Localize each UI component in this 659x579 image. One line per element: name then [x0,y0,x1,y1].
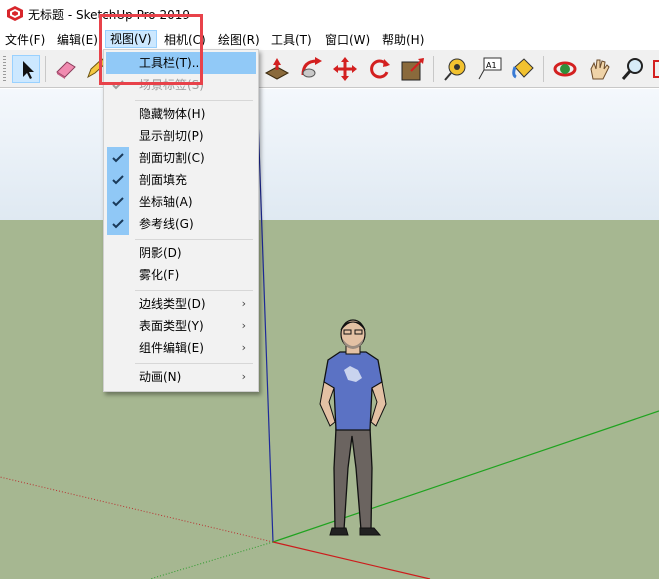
zoom-extents-icon [653,60,659,78]
toolbar-separator [45,56,46,82]
checkmark-icon [112,197,124,207]
menu-item-edge-style[interactable]: 边线类型(D) › [106,293,256,315]
pan-icon [590,59,610,80]
red-axis-negative [0,476,274,543]
menu-item-face-style[interactable]: 表面类型(Y) › [106,315,256,337]
menu-help[interactable]: 帮助(H) [382,31,424,49]
rotate-icon [370,59,390,79]
svg-text:A1: A1 [486,61,497,70]
select-arrow-icon [23,61,34,79]
menu-item-shadows[interactable]: 阴影(D) [106,242,256,264]
text-tool-button[interactable]: A1 [475,55,503,83]
model-viewport[interactable] [0,89,659,579]
menu-item-hidden-geometry[interactable]: 隐藏物体(H) [106,103,256,125]
zoom-extents-tool-button[interactable] [652,55,659,83]
eraser-icon [56,61,76,79]
checkmark-icon [112,219,124,229]
menu-draw[interactable]: 绘图(R) [218,31,260,49]
menu-file[interactable]: 文件(F) [5,31,45,49]
toolbar-separator [433,56,434,82]
menu-item-guides[interactable]: 参考线(G) [106,213,256,235]
person-figure [319,319,387,536]
submenu-arrow-icon: › [241,319,246,332]
move-icon [333,57,357,81]
paint-bucket-tool-button[interactable] [509,55,537,83]
menu-separator [135,239,253,240]
menu-item-component-edit[interactable]: 组件编辑(E) › [106,337,256,359]
checkmark-icon [112,153,124,163]
menu-item-section-fill[interactable]: 剖面填充 [106,169,256,191]
blue-axis [256,89,274,543]
orbit-tool-button[interactable] [551,55,579,83]
menu-tools[interactable]: 工具(T) [271,31,312,49]
toolbar-separator [543,56,544,82]
follow-me-icon [301,57,322,78]
select-tool-button[interactable] [12,55,40,83]
move-tool-button[interactable] [331,55,359,83]
push-pull-icon [264,58,290,80]
menu-window[interactable]: 窗口(W) [325,31,370,49]
menu-item-axes[interactable]: 坐标轴(A) [106,191,256,213]
submenu-arrow-icon: › [241,297,246,310]
zoom-icon [621,58,643,80]
submenu-arrow-icon: › [241,370,246,383]
toolbar-grip[interactable] [3,56,6,82]
checkmark-icon [112,175,124,185]
tape-measure-tool-button[interactable] [441,55,469,83]
menu-item-section-cuts[interactable]: 剖面切割(C) [106,147,256,169]
eraser-tool-button[interactable] [52,55,80,83]
annotation-highlight-box [99,14,203,85]
orbit-icon [553,61,577,77]
menu-separator [135,100,253,101]
menu-separator [135,363,253,364]
menu-item-section-planes[interactable]: 显示剖切(P) [106,125,256,147]
sketchup-logo-icon [7,6,23,21]
submenu-arrow-icon: › [241,341,246,354]
sketchup-window: 无标题 - SketchUp Pro 2019 文件(F) 编辑(E) 视图(V… [0,0,659,579]
menu-separator [135,290,253,291]
menu-item-fog[interactable]: 雾化(F) [106,264,256,286]
menu-edit[interactable]: 编辑(E) [57,31,98,49]
text-label-icon: A1 [478,57,502,80]
paint-bucket-icon [512,58,534,79]
menu-item-animation[interactable]: 动画(N) › [106,366,256,388]
push-pull-tool-button[interactable] [263,55,291,83]
pan-tool-button[interactable] [585,55,613,83]
red-axis [272,541,431,579]
zoom-tool-button[interactable] [619,55,647,83]
scale-icon [401,58,424,81]
green-axis-negative [149,541,274,579]
view-menu-dropdown: 工具栏(T)... 场景标签(S) 隐藏物体(H) 显示剖切(P) 剖面切割(C… [103,49,259,392]
scale-tool-button[interactable] [399,55,427,83]
tape-measure-icon [444,58,466,81]
rotate-tool-button[interactable] [365,55,393,83]
follow-me-tool-button[interactable] [297,55,325,83]
